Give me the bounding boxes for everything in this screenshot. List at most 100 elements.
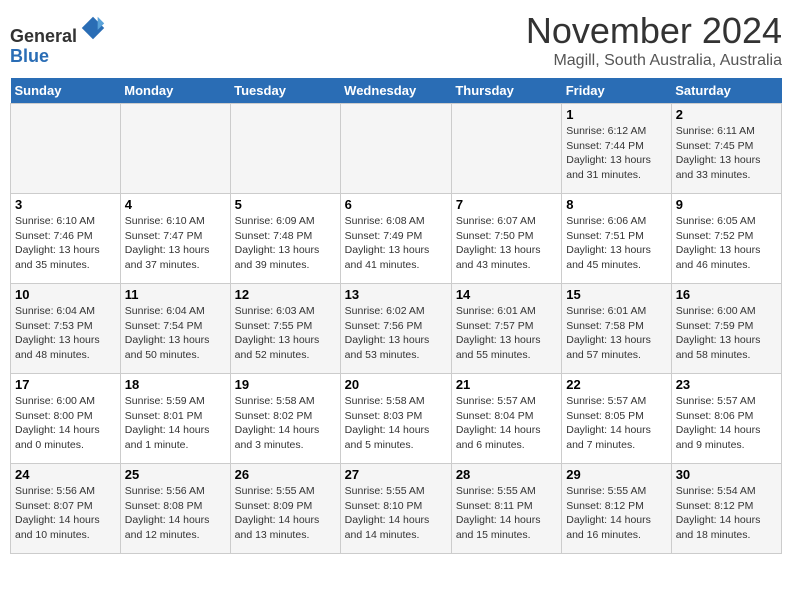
day-number: 23 xyxy=(676,377,777,392)
day-cell: 9 Sunrise: 6:05 AM Sunset: 7:52 PM Daylig… xyxy=(671,194,781,284)
day-number: 13 xyxy=(345,287,447,302)
day-cell: 26Sunrise: 5:55 AM Sunset: 8:09 PM Dayli… xyxy=(230,464,340,554)
day-cell: 22 Sunrise: 5:57 AM Sunset: 8:05 PM Dayli… xyxy=(562,374,671,464)
day-info: Sunrise: 5:56 AM Sunset: 8:07 PM Dayligh… xyxy=(15,484,116,543)
week-row-4: 17Sunrise: 6:00 AM Sunset: 8:00 PM Dayli… xyxy=(11,374,782,464)
day-info: Sunrise: 5:55 AM Sunset: 8:12 PM Dayligh… xyxy=(566,484,666,543)
day-cell: 15 Sunrise: 6:01 AM Sunset: 7:58 PM Dayli… xyxy=(562,284,671,374)
day-cell: 30 Sunrise: 5:54 AM Sunset: 8:12 PM Dayli… xyxy=(671,464,781,554)
week-row-5: 24 Sunrise: 5:56 AM Sunset: 8:07 PM Dayli… xyxy=(11,464,782,554)
day-number: 12 xyxy=(235,287,336,302)
day-info: Sunrise: 6:08 AM Sunset: 7:49 PM Dayligh… xyxy=(345,214,447,273)
day-info: Sunrise: 5:57 AM Sunset: 8:05 PM Dayligh… xyxy=(566,394,666,453)
calendar-table: SundayMondayTuesdayWednesdayThursdayFrid… xyxy=(10,78,782,554)
day-cell: 4 Sunrise: 6:10 AM Sunset: 7:47 PM Daylig… xyxy=(120,194,230,284)
day-info: Sunrise: 6:11 AM Sunset: 7:45 PM Dayligh… xyxy=(676,124,777,183)
day-cell: 10 Sunrise: 6:04 AM Sunset: 7:53 PM Dayli… xyxy=(11,284,121,374)
day-number: 16 xyxy=(676,287,777,302)
day-cell: 18 Sunrise: 5:59 AM Sunset: 8:01 PM Dayli… xyxy=(120,374,230,464)
day-cell: 25 Sunrise: 5:56 AM Sunset: 8:08 PM Dayli… xyxy=(120,464,230,554)
month-title: November 2024 xyxy=(526,10,782,52)
day-cell: 20 Sunrise: 5:58 AM Sunset: 8:03 PM Dayli… xyxy=(340,374,451,464)
day-info: Sunrise: 5:55 AM Sunset: 8:09 PM Dayligh… xyxy=(235,484,336,543)
day-number: 6 xyxy=(345,197,447,212)
day-header-friday: Friday xyxy=(562,78,671,104)
day-info: Sunrise: 5:55 AM Sunset: 8:11 PM Dayligh… xyxy=(456,484,557,543)
day-number: 7 xyxy=(456,197,557,212)
day-cell: 14Sunrise: 6:01 AM Sunset: 7:57 PM Dayli… xyxy=(451,284,561,374)
day-cell: 2Sunrise: 6:11 AM Sunset: 7:45 PM Daylig… xyxy=(671,104,781,194)
day-cell: 21 Sunrise: 5:57 AM Sunset: 8:04 PM Dayli… xyxy=(451,374,561,464)
day-info: Sunrise: 6:00 AM Sunset: 7:59 PM Dayligh… xyxy=(676,304,777,363)
day-info: Sunrise: 5:57 AM Sunset: 8:06 PM Dayligh… xyxy=(676,394,777,453)
day-info: Sunrise: 6:09 AM Sunset: 7:48 PM Dayligh… xyxy=(235,214,336,273)
day-cell: 17Sunrise: 6:00 AM Sunset: 8:00 PM Dayli… xyxy=(11,374,121,464)
day-info: Sunrise: 5:59 AM Sunset: 8:01 PM Dayligh… xyxy=(125,394,226,453)
day-info: Sunrise: 6:04 AM Sunset: 7:54 PM Dayligh… xyxy=(125,304,226,363)
day-info: Sunrise: 6:01 AM Sunset: 7:58 PM Dayligh… xyxy=(566,304,666,363)
day-cell xyxy=(120,104,230,194)
week-row-3: 10 Sunrise: 6:04 AM Sunset: 7:53 PM Dayli… xyxy=(11,284,782,374)
day-header-tuesday: Tuesday xyxy=(230,78,340,104)
days-header-row: SundayMondayTuesdayWednesdayThursdayFrid… xyxy=(11,78,782,104)
logo: General Blue xyxy=(10,14,107,67)
location: Magill, South Australia, Australia xyxy=(526,52,782,70)
logo-general: General xyxy=(10,26,77,46)
day-number: 4 xyxy=(125,197,226,212)
day-cell: 27 Sunrise: 5:55 AM Sunset: 8:10 PM Dayli… xyxy=(340,464,451,554)
day-info: Sunrise: 6:02 AM Sunset: 7:56 PM Dayligh… xyxy=(345,304,447,363)
day-number: 5 xyxy=(235,197,336,212)
day-info: Sunrise: 5:54 AM Sunset: 8:12 PM Dayligh… xyxy=(676,484,777,543)
day-number: 20 xyxy=(345,377,447,392)
day-number: 30 xyxy=(676,467,777,482)
day-number: 24 xyxy=(15,467,116,482)
day-number: 1 xyxy=(566,107,666,122)
day-cell: 6 Sunrise: 6:08 AM Sunset: 7:49 PM Daylig… xyxy=(340,194,451,284)
day-info: Sunrise: 6:05 AM Sunset: 7:52 PM Dayligh… xyxy=(676,214,777,273)
day-info: Sunrise: 6:12 AM Sunset: 7:44 PM Dayligh… xyxy=(566,124,666,183)
day-cell: 11 Sunrise: 6:04 AM Sunset: 7:54 PM Dayli… xyxy=(120,284,230,374)
day-number: 15 xyxy=(566,287,666,302)
day-info: Sunrise: 5:56 AM Sunset: 8:08 PM Dayligh… xyxy=(125,484,226,543)
day-cell: 29 Sunrise: 5:55 AM Sunset: 8:12 PM Dayli… xyxy=(562,464,671,554)
day-number: 29 xyxy=(566,467,666,482)
day-info: Sunrise: 5:57 AM Sunset: 8:04 PM Dayligh… xyxy=(456,394,557,453)
day-header-saturday: Saturday xyxy=(671,78,781,104)
day-info: Sunrise: 5:55 AM Sunset: 8:10 PM Dayligh… xyxy=(345,484,447,543)
day-cell: 3Sunrise: 6:10 AM Sunset: 7:46 PM Daylig… xyxy=(11,194,121,284)
day-cell: 13 Sunrise: 6:02 AM Sunset: 7:56 PM Dayli… xyxy=(340,284,451,374)
day-cell: 12 Sunrise: 6:03 AM Sunset: 7:55 PM Dayli… xyxy=(230,284,340,374)
day-info: Sunrise: 6:10 AM Sunset: 7:46 PM Dayligh… xyxy=(15,214,116,273)
day-header-wednesday: Wednesday xyxy=(340,78,451,104)
day-number: 19 xyxy=(235,377,336,392)
day-number: 9 xyxy=(676,197,777,212)
day-info: Sunrise: 6:03 AM Sunset: 7:55 PM Dayligh… xyxy=(235,304,336,363)
day-cell xyxy=(340,104,451,194)
day-cell: 23 Sunrise: 5:57 AM Sunset: 8:06 PM Dayli… xyxy=(671,374,781,464)
day-info: Sunrise: 6:04 AM Sunset: 7:53 PM Dayligh… xyxy=(15,304,116,363)
day-info: Sunrise: 6:07 AM Sunset: 7:50 PM Dayligh… xyxy=(456,214,557,273)
day-header-monday: Monday xyxy=(120,78,230,104)
day-info: Sunrise: 6:10 AM Sunset: 7:47 PM Dayligh… xyxy=(125,214,226,273)
day-number: 8 xyxy=(566,197,666,212)
day-number: 22 xyxy=(566,377,666,392)
day-cell: 8 Sunrise: 6:06 AM Sunset: 7:51 PM Daylig… xyxy=(562,194,671,284)
day-cell: 7 Sunrise: 6:07 AM Sunset: 7:50 PM Daylig… xyxy=(451,194,561,284)
day-info: Sunrise: 5:58 AM Sunset: 8:03 PM Dayligh… xyxy=(345,394,447,453)
day-cell: 16 Sunrise: 6:00 AM Sunset: 7:59 PM Dayli… xyxy=(671,284,781,374)
day-number: 10 xyxy=(15,287,116,302)
day-number: 21 xyxy=(456,377,557,392)
logo-icon xyxy=(79,14,107,42)
day-number: 11 xyxy=(125,287,226,302)
day-number: 27 xyxy=(345,467,447,482)
day-number: 18 xyxy=(125,377,226,392)
title-block: November 2024 Magill, South Australia, A… xyxy=(526,10,782,70)
day-cell: 5 Sunrise: 6:09 AM Sunset: 7:48 PM Daylig… xyxy=(230,194,340,284)
day-info: Sunrise: 6:06 AM Sunset: 7:51 PM Dayligh… xyxy=(566,214,666,273)
logo-blue: Blue xyxy=(10,46,49,66)
day-cell xyxy=(230,104,340,194)
day-cell: 1 Sunrise: 6:12 AM Sunset: 7:44 PM Daylig… xyxy=(562,104,671,194)
day-number: 25 xyxy=(125,467,226,482)
day-header-thursday: Thursday xyxy=(451,78,561,104)
day-number: 28 xyxy=(456,467,557,482)
